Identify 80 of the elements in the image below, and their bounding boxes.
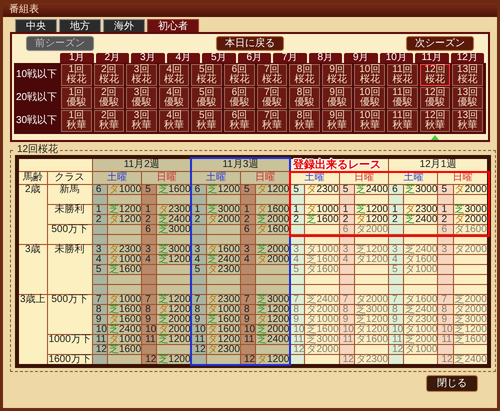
class-cell: 500万下 bbox=[47, 294, 92, 334]
race-button[interactable]: 8回秋華 bbox=[289, 110, 320, 132]
race-button[interactable]: 2回桜花 bbox=[94, 64, 124, 86]
window-title: 番組表 bbox=[3, 3, 497, 17]
race-button[interactable]: 1回優駿 bbox=[61, 87, 92, 109]
race-button[interactable]: 13回秋華 bbox=[452, 110, 483, 132]
race-button[interactable]: 6回秋華 bbox=[224, 110, 255, 132]
month-header: 3月 bbox=[131, 53, 164, 63]
month-header: 8月 bbox=[308, 53, 342, 63]
tab[interactable]: 初心者 bbox=[147, 19, 199, 32]
race-button[interactable]: 8回優駿 bbox=[289, 87, 320, 109]
race-button[interactable]: 10回桜花 bbox=[354, 64, 386, 86]
race-button[interactable]: 5回秋華 bbox=[191, 110, 222, 132]
race-button[interactable]: 11回優駿 bbox=[387, 87, 418, 109]
race-button[interactable]: 13回優駿 bbox=[452, 87, 483, 109]
row-label: 20戦以下 bbox=[16, 90, 58, 105]
class-cell: 未勝利 bbox=[47, 204, 92, 224]
race-button[interactable]: 5回優駿 bbox=[191, 87, 222, 109]
race-button[interactable]: 5回桜花 bbox=[191, 64, 222, 86]
race-button[interactable]: 6回優駿 bbox=[224, 87, 255, 109]
age-cell: 3歳上 bbox=[17, 294, 48, 366]
row-label: 10戦以下 bbox=[16, 68, 58, 82]
race-button[interactable]: 10回秋華 bbox=[354, 110, 386, 132]
race-button[interactable]: 4回秋華 bbox=[158, 110, 190, 132]
season-button[interactable]: 次シーズン bbox=[406, 36, 474, 51]
race-button[interactable]: 12回優駿 bbox=[420, 87, 450, 109]
race-button[interactable]: 12回秋華 bbox=[420, 110, 450, 132]
month-header: 10月 bbox=[380, 53, 413, 63]
race-button[interactable]: 2回秋華 bbox=[94, 110, 124, 132]
race-button[interactable]: 6回桜花 bbox=[224, 64, 255, 86]
close-button[interactable]: 閉じる bbox=[426, 375, 478, 392]
age-cell: 2歳 bbox=[17, 184, 48, 244]
race-button[interactable]: 3回桜花 bbox=[126, 64, 157, 86]
season-button[interactable]: 本日に戻る bbox=[216, 36, 284, 51]
row-label: 30戦以下 bbox=[16, 114, 58, 128]
month-header: 1月 bbox=[60, 53, 94, 63]
tab[interactable]: 中央 bbox=[15, 19, 57, 32]
race-button[interactable]: 12回桜花 bbox=[420, 64, 450, 86]
tab[interactable]: 海外 bbox=[103, 19, 145, 32]
class-cell: 1600万下 bbox=[47, 354, 92, 366]
column-header: 馬齢 bbox=[17, 172, 48, 184]
race-button[interactable]: 4回桜花 bbox=[158, 64, 190, 86]
race-button[interactable]: 7回桜花 bbox=[256, 64, 288, 86]
age-cell: 3歳 bbox=[17, 244, 48, 294]
month-header: 12月 bbox=[450, 53, 484, 63]
race-button[interactable]: 8回桜花 bbox=[289, 64, 320, 86]
race-button[interactable]: 3回秋華 bbox=[126, 110, 157, 132]
day-header: 土曜 bbox=[191, 172, 240, 184]
race-button[interactable]: 11回桜花 bbox=[387, 64, 418, 86]
day-header: 土曜 bbox=[92, 172, 142, 184]
section-title: 12回桜花 bbox=[16, 145, 60, 155]
week-header: 11月2週 bbox=[92, 157, 192, 172]
month-header: 5月 bbox=[202, 53, 236, 63]
race-button[interactable]: 9回桜花 bbox=[322, 64, 352, 86]
month-header: 7月 bbox=[273, 53, 306, 63]
race-button[interactable]: 4回優駿 bbox=[158, 87, 190, 109]
month-header: 2月 bbox=[96, 53, 129, 63]
month-header: 4月 bbox=[166, 53, 200, 63]
race-button[interactable]: 9回優駿 bbox=[322, 87, 352, 109]
class-cell: 500万下 bbox=[47, 224, 92, 244]
column-header: クラス bbox=[47, 172, 92, 184]
race-button[interactable]: 7回秋華 bbox=[256, 110, 288, 132]
month-header: 9月 bbox=[344, 53, 378, 63]
tab[interactable]: 地方 bbox=[59, 19, 101, 32]
annotation-label: 登録出来るレース bbox=[292, 158, 381, 170]
race-button[interactable]: 11回秋華 bbox=[387, 110, 418, 132]
month-header: 6月 bbox=[238, 53, 271, 63]
race-button[interactable]: 9回秋華 bbox=[322, 110, 352, 132]
race-button[interactable]: 7回優駿 bbox=[256, 87, 288, 109]
race-button[interactable]: 3回優駿 bbox=[126, 87, 157, 109]
race-button[interactable]: 1回桜花 bbox=[61, 64, 92, 86]
race-button[interactable]: 13回桜花 bbox=[452, 64, 483, 86]
class-cell: 1000万下 bbox=[47, 334, 92, 354]
week-header: 12月1週 bbox=[388, 157, 489, 172]
month-header: 11月 bbox=[415, 53, 448, 63]
race-button[interactable]: 1回秋華 bbox=[61, 110, 92, 132]
class-cell: 未勝利 bbox=[47, 244, 92, 294]
race-button[interactable]: 10回優駿 bbox=[354, 87, 386, 109]
class-cell: 新馬 bbox=[47, 184, 92, 204]
race-button[interactable]: 2回優駿 bbox=[94, 87, 124, 109]
